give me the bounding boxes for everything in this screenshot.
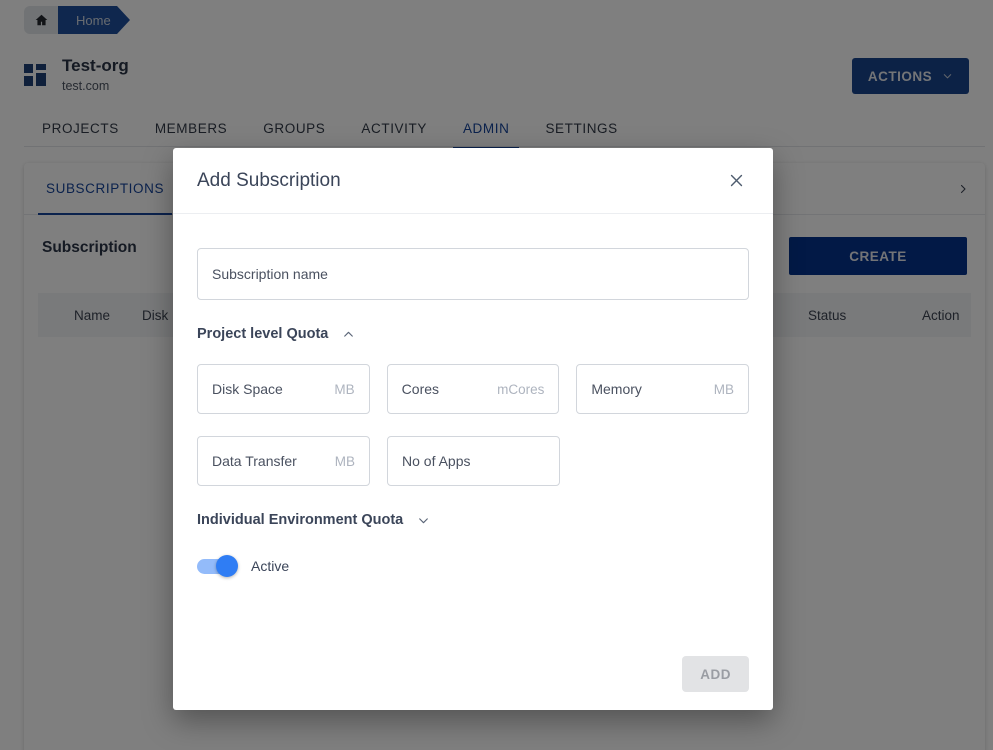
quota-input-4[interactable]: No of Apps	[387, 436, 560, 486]
project-level-quota-label: Project level Quota	[197, 326, 329, 342]
dialog-footer: ADD	[173, 638, 773, 710]
quota-input-label: Memory	[591, 381, 642, 397]
quota-input-0[interactable]: Disk Space MB	[197, 364, 370, 414]
chevron-up-icon	[344, 331, 354, 337]
subscription-name-placeholder: Subscription name	[212, 266, 328, 282]
quota-input-1[interactable]: Cores mCores	[386, 364, 560, 414]
close-button[interactable]	[723, 168, 749, 194]
chevron-down-icon	[419, 517, 429, 523]
quota-input-label: Cores	[401, 381, 440, 397]
close-icon	[730, 174, 742, 187]
active-toggle-row: Active	[197, 554, 749, 577]
quota-input-3[interactable]: Data Transfer MB	[197, 436, 370, 486]
quota-input-label: Data Transfer	[212, 453, 297, 469]
quota-input-label: Disk Space	[212, 381, 283, 397]
environment-quota-toggle[interactable]: Individual Environment Quota	[197, 512, 430, 528]
quota-input-2[interactable]: Memory MB	[576, 364, 750, 414]
add-subscription-dialog: Add Subscription Subscription name Proje…	[173, 148, 773, 710]
add-button[interactable]: ADD	[682, 656, 749, 692]
dialog-title: Add Subscription	[197, 169, 341, 191]
app-root: Home Test-org test.com ACTIONS PROJECTSM…	[0, 0, 993, 750]
active-toggle-label: Active	[251, 558, 290, 574]
active-toggle[interactable]	[197, 554, 238, 577]
quota-input-unit: MB	[334, 453, 355, 469]
quota-input-unit: mCores	[497, 381, 545, 397]
quota-input-unit: MB	[334, 381, 355, 397]
subscription-name-input[interactable]: Subscription name	[197, 248, 749, 300]
project-quota-row-2: Data Transfer MB No of Apps	[197, 436, 749, 486]
quota-input-unit: MB	[713, 381, 735, 397]
dialog-header: Add Subscription	[173, 148, 773, 214]
dialog-body: Subscription name Project level Quota Di…	[173, 214, 773, 638]
environment-quota-label: Individual Environment Quota	[197, 512, 404, 528]
quota-input-label: No of Apps	[402, 453, 471, 469]
active-toggle-knob	[216, 554, 238, 577]
project-quota-row-1: Disk Space MB Cores mCores Memory MB	[197, 364, 750, 414]
project-level-quota-toggle[interactable]: Project level Quota	[197, 326, 355, 342]
